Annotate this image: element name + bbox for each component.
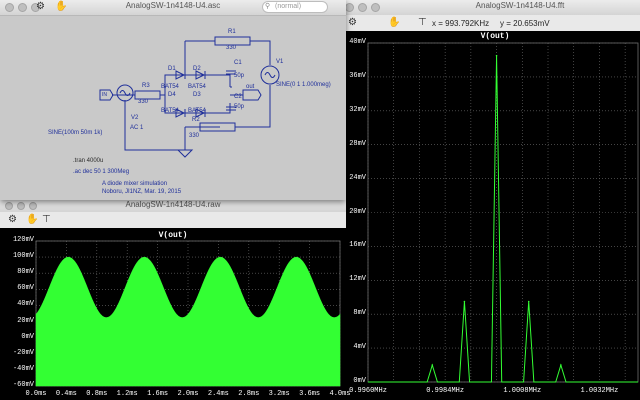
d3-model: BAT54 bbox=[188, 108, 206, 114]
tran-directive: .tran 4000u bbox=[73, 158, 104, 164]
spectrum-peak bbox=[431, 364, 434, 366]
fft-titlebar: AnalogSW-1n4148-U4.fft bbox=[340, 0, 640, 16]
fft-window-controls bbox=[345, 3, 380, 12]
r1-value: 330 bbox=[226, 45, 237, 51]
close-button[interactable] bbox=[345, 3, 354, 12]
schematic-titlebar: ⚙ ✋ AnalogSW-1n4148-U4.asc (normal) ⚲ bbox=[0, 0, 346, 16]
d1-label: D1 bbox=[168, 66, 176, 72]
pan-icon[interactable]: ✋ bbox=[26, 214, 38, 225]
resistor-r1 bbox=[214, 36, 251, 46]
search-icon: ⚲ bbox=[265, 3, 271, 10]
v2-value: SINE(100m 50m 1k) bbox=[48, 130, 103, 136]
resistor-r3 bbox=[134, 90, 161, 100]
d3-label: D3 bbox=[193, 92, 201, 98]
d1-model: BAT54 bbox=[161, 84, 179, 90]
v1-value: SINE(0 1 1.000meg) bbox=[276, 82, 331, 88]
note-line2: Noboru, JI1NZ, Mar. 19, 2015 bbox=[102, 189, 182, 195]
time-chart bbox=[35, 240, 341, 387]
fft-plot[interactable]: V(out) 40mV 36mV 32mV 28mV 24mV 20mV 16mV 12mV 8… bbox=[340, 31, 640, 400]
search-input[interactable]: (normal) bbox=[262, 1, 328, 13]
wrench-icon[interactable]: ⚙ bbox=[348, 17, 357, 28]
spectrum-peak bbox=[560, 364, 562, 366]
fft-toolbar: ⚙ ✋ ⊤ x = 993.792KHz y = 20.653mV bbox=[340, 15, 640, 32]
r3-value: 330 bbox=[138, 99, 149, 105]
spectrum-peak bbox=[463, 300, 466, 303]
source-v1-wave bbox=[264, 72, 276, 78]
r2-value: 330 bbox=[189, 133, 200, 139]
v2-label: V2 bbox=[131, 115, 139, 121]
d2-label: D2 bbox=[193, 66, 201, 72]
raw-toolbar: ⚙ ✋ ⊤ bbox=[0, 212, 346, 229]
waveform-area bbox=[35, 256, 341, 387]
cursor-icon[interactable]: ⊤ bbox=[42, 214, 51, 225]
minimize-button[interactable] bbox=[358, 3, 367, 12]
in-port-label: IN bbox=[102, 92, 107, 98]
raw-window: AnalogSW-1n4148-U4.raw ⚙ ✋ ⊤ V(out) 120m… bbox=[0, 200, 351, 400]
c2-label: C2 bbox=[234, 94, 242, 100]
spectrum-peak bbox=[527, 300, 530, 303]
d4-model: BAT54 bbox=[161, 108, 179, 114]
wire-right bbox=[245, 85, 271, 128]
out-port-label: out bbox=[246, 84, 255, 90]
fft-chart bbox=[367, 42, 639, 383]
c1-label: C1 bbox=[234, 60, 242, 66]
d2-model: BAT54 bbox=[188, 84, 206, 90]
cursor-y-readout: y = 20.653mV bbox=[500, 19, 550, 28]
fft-window-title: AnalogSW-1n4148-U4.fft bbox=[475, 1, 565, 10]
d4-label: D4 bbox=[168, 92, 176, 98]
raw-window-title: AnalogSW-1n4148-U4.raw bbox=[125, 200, 221, 209]
ac-directive: .ac dec 50 1 300Meg bbox=[73, 169, 130, 175]
cursor-x-readout: x = 993.792KHz bbox=[432, 19, 490, 28]
r1-label: R1 bbox=[228, 29, 236, 35]
v1-label: V1 bbox=[276, 59, 284, 65]
fft-window: AnalogSW-1n4148-U4.fft ⚙ ✋ ⊤ x = 993.792… bbox=[340, 0, 640, 400]
zoom-button[interactable] bbox=[371, 3, 380, 12]
time-plot[interactable]: V(out) 120mV 100mV 80mV 60mV 40mV 20mV 0mV -20m… bbox=[0, 228, 351, 400]
ground-symbol bbox=[176, 149, 194, 158]
r3-label: R3 bbox=[142, 83, 150, 89]
v2-ac: AC 1 bbox=[130, 125, 144, 131]
r2-label: R2 bbox=[192, 117, 200, 123]
cursor-icon[interactable]: ⊤ bbox=[418, 17, 427, 28]
note-line1: A diode mixer simulation bbox=[102, 181, 168, 187]
c1-value: 50p bbox=[234, 73, 245, 79]
port-out bbox=[242, 89, 262, 101]
wrench-icon[interactable]: ⚙ bbox=[8, 214, 17, 225]
spectrum-line bbox=[368, 55, 638, 383]
schematic-window: ⚙ ✋ AnalogSW-1n4148-U4.asc (normal) ⚲ R1… bbox=[0, 0, 346, 200]
pan-icon[interactable]: ✋ bbox=[388, 17, 400, 28]
c2-value: 50p bbox=[234, 104, 245, 110]
spectrum-peak bbox=[495, 54, 498, 57]
